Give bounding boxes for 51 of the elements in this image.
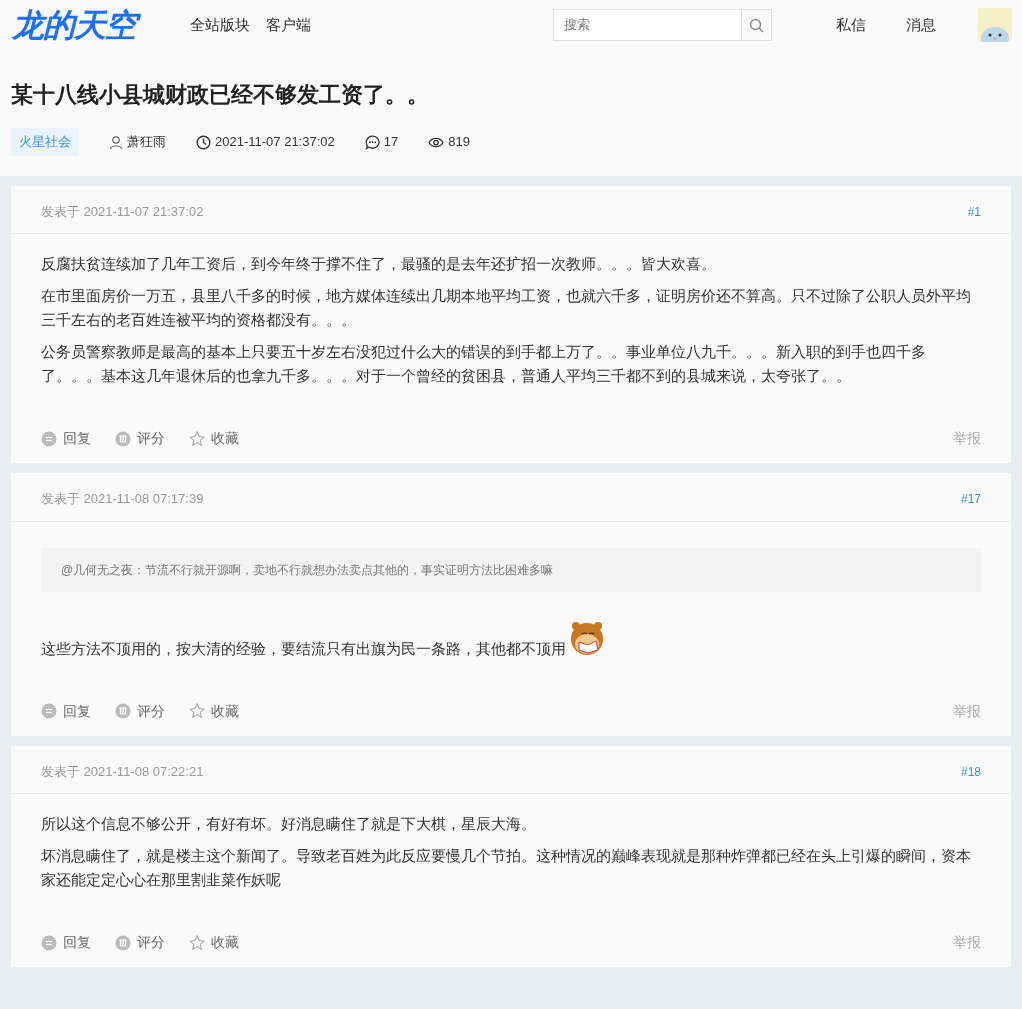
thread-title: 某十八线小县城财政已经不够发工资了。。	[11, 82, 430, 109]
post-date: 发表于 2021-11-08 07:22:21	[41, 762, 204, 781]
post-paragraph: 在市里面房价一万五，县里八千多的时候，地方媒体连续出几期本地平均工资，也就六千多，证明房价还不算高。只不过除了公职人员外平均三千左右的老百姓连被平均的资格都没有。。。	[41, 286, 972, 331]
search-button[interactable]	[741, 9, 772, 41]
search-field[interactable]: 搜索	[553, 9, 741, 41]
star-icon	[189, 934, 205, 951]
comment-icon	[364, 134, 380, 150]
coin-icon	[115, 430, 131, 447]
view-count: 819	[448, 133, 470, 152]
post-date: 发表于 2021-11-08 07:17:39	[41, 490, 204, 509]
nav-link[interactable]: 全站版块	[190, 13, 250, 37]
clock-icon	[196, 134, 211, 150]
post-action[interactable]: 回复	[41, 700, 91, 722]
nav-link[interactable]: 客户端	[266, 13, 311, 37]
post-time: 2021-11-07 21:37:02	[215, 133, 335, 152]
star-icon	[189, 430, 205, 447]
post-action[interactable]: 评分	[115, 700, 165, 722]
post-action[interactable]: 评分	[115, 428, 165, 450]
user-mention-link[interactable]: @几何无之夜	[61, 562, 134, 577]
site-logo[interactable]: 龙的天空	[10, 5, 142, 45]
post-paragraph: 反腐扶贫连续加了几年工资后，到今年终于撑不住了，最骚的是去年还扩招一次教师。。。皆大欢喜。	[41, 254, 717, 275]
post-paragraph: 这些方法不顶用的，按大清的经验，要结流只有出旗为民一条路，其他都不顶用	[41, 619, 981, 661]
nav-link[interactable]: 私信	[836, 13, 866, 37]
post-paragraph: 公务员警察教师是最高的基本上只要五十岁左右没犯过什么大的错误的到手都上万了。。事业单位八九千。。。新入职的到手也四千多了。。。基本这几年退休后的也拿九千多。。。对于一个曾经的贫困县，普通人平均三千都不到的县城来说，太夸张了。。	[41, 342, 927, 387]
post-action[interactable]: 收藏	[189, 428, 239, 450]
post-action[interactable]: 收藏	[189, 932, 239, 954]
coin-icon	[115, 703, 131, 720]
author-name: 萧狂雨	[127, 133, 166, 152]
avatar-icon	[978, 8, 1012, 42]
user-icon	[109, 135, 123, 150]
post-action[interactable]: 评分	[115, 932, 165, 954]
post-paragraph: 坏消息瞒住了，就是楼主这个新闻了。导致老百姓为此反应要慢几个节拍。这种情况的巅峰表现就是那种炸弹都已经在头上引爆的瞬间，资本家还能定定心心在那里割韭菜作妖呢	[41, 846, 972, 891]
search-icon	[749, 17, 764, 33]
floor-link[interactable]: #18	[960, 762, 981, 781]
reply-count: 17	[383, 133, 399, 152]
floor-link[interactable]: #17	[960, 490, 981, 509]
nav-link[interactable]: 消息	[906, 13, 936, 37]
category-tag[interactable]: 火星社会	[11, 128, 79, 156]
speech-bubble-icon	[41, 703, 57, 720]
speech-bubble-icon	[41, 430, 57, 447]
post-action[interactable]: 收藏	[189, 700, 239, 722]
coin-icon	[115, 934, 131, 951]
post-action[interactable]: 回复	[41, 932, 91, 954]
star-icon	[189, 703, 205, 720]
speech-bubble-icon	[41, 934, 57, 951]
quote-block: @几何无之夜：节流不行就开源啊，卖地不行就想办法卖点其他的，事实证明方法比困难多嘛	[41, 547, 981, 592]
eye-icon	[428, 135, 445, 149]
floor-link[interactable]: #1	[967, 202, 981, 221]
post-paragraph: 所以这个信息不够公开，有好有坏。好消息瞒住了就是下大棋，星辰大海。	[41, 814, 537, 835]
post-date: 发表于 2021-11-07 21:37:02	[41, 202, 204, 221]
post-action[interactable]: 回复	[41, 428, 91, 450]
